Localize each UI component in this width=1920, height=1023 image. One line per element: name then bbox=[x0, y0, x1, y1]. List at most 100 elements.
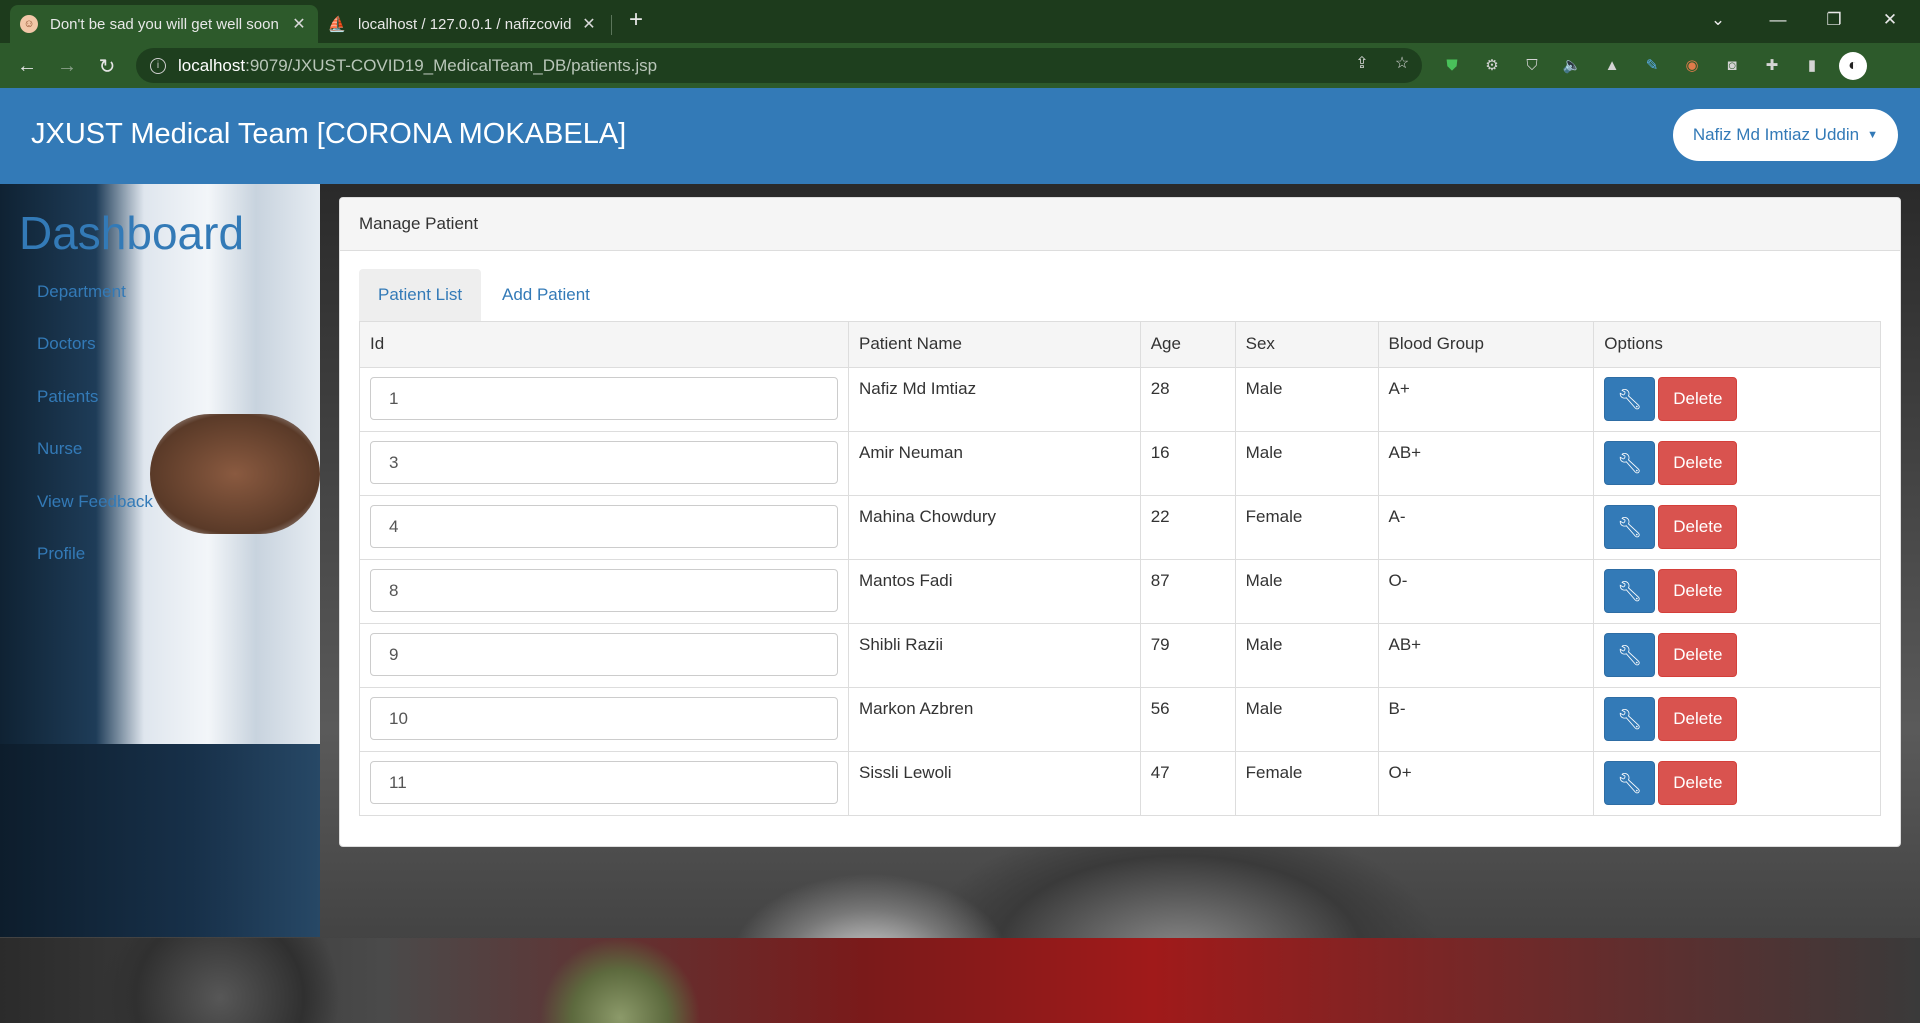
close-window-icon[interactable]: ✕ bbox=[1862, 0, 1918, 40]
edit-patient-button[interactable]: 🔧︎ bbox=[1604, 377, 1656, 421]
user-menu-button[interactable]: Nafiz Md Imtiaz Uddin ▼ bbox=[1672, 109, 1898, 161]
id-cell bbox=[359, 623, 849, 688]
patient-id-field[interactable] bbox=[370, 505, 838, 548]
edit-patient-button[interactable]: 🔧︎ bbox=[1604, 633, 1656, 677]
delete-patient-button[interactable]: Delete bbox=[1658, 441, 1738, 485]
sidebar-link-view-feedback[interactable]: View Feedback bbox=[37, 492, 153, 512]
patient-id-field[interactable] bbox=[370, 697, 838, 740]
wrench-icon: 🔧︎ bbox=[1617, 708, 1643, 731]
bookmark-star-icon[interactable]: ☆ bbox=[1390, 51, 1414, 75]
table-row: Markon Azbren56MaleB- 🔧︎ Delete bbox=[359, 687, 1881, 752]
column-header-patient-name: Patient Name bbox=[848, 321, 1141, 368]
edit-patient-button[interactable]: 🔧︎ bbox=[1604, 441, 1656, 485]
forward-icon[interactable]: → bbox=[52, 51, 82, 81]
delete-patient-button[interactable]: Delete bbox=[1658, 569, 1738, 613]
wrench-icon: 🔧︎ bbox=[1617, 452, 1643, 475]
extensions-puzzle-icon[interactable]: ✚ bbox=[1760, 53, 1784, 77]
patient-id-field[interactable] bbox=[370, 441, 838, 484]
delete-patient-button[interactable]: Delete bbox=[1658, 377, 1738, 421]
edit-patient-button[interactable]: 🔧︎ bbox=[1604, 569, 1656, 613]
drive-extension-icon[interactable]: ▲ bbox=[1600, 53, 1624, 77]
id-cell bbox=[359, 687, 849, 752]
camera-extension-icon[interactable]: ◙ bbox=[1720, 53, 1744, 77]
browser-tab-active[interactable]: ☺ Don't be sad you will get well soon ✕ bbox=[10, 5, 318, 43]
patient-id-field[interactable] bbox=[370, 377, 838, 420]
options-cell: 🔧︎ Delete bbox=[1593, 623, 1881, 688]
phpmyadmin-favicon-icon: ⛵ bbox=[327, 16, 347, 33]
site-info-icon[interactable]: i bbox=[150, 57, 166, 74]
shield-extension-icon[interactable]: ⛊ bbox=[1440, 53, 1464, 77]
id-cell bbox=[359, 751, 849, 816]
patient-name-cell: Mahina Chowdury bbox=[848, 495, 1141, 560]
patient-sex-cell: Female bbox=[1234, 751, 1379, 816]
caret-down-icon: ▼ bbox=[1867, 129, 1878, 141]
tab-title: localhost / 127.0.0.1 / nafizcovid19 bbox=[358, 15, 572, 33]
patient-age-cell: 16 bbox=[1139, 431, 1236, 496]
sidebar-link-nurse[interactable]: Nurse bbox=[37, 439, 82, 459]
privacy-extension-icon[interactable]: ⛉ bbox=[1520, 53, 1544, 77]
options-cell: 🔧︎ Delete bbox=[1593, 367, 1881, 432]
minimize-icon[interactable]: — bbox=[1750, 0, 1806, 40]
sidebar-link-patients[interactable]: Patients bbox=[37, 387, 98, 407]
restore-icon[interactable]: ❐ bbox=[1806, 0, 1862, 40]
options-cell: 🔧︎ Delete bbox=[1593, 495, 1881, 560]
browser-tab-strip: ☺ Don't be sad you will get well soon ✕ … bbox=[0, 0, 1920, 43]
back-icon[interactable]: ← bbox=[12, 51, 42, 81]
close-tab-icon[interactable]: ✕ bbox=[290, 14, 308, 34]
wrench-icon: 🔧︎ bbox=[1617, 580, 1643, 603]
manage-patient-panel: Manage Patient Patient List Add Patient … bbox=[339, 197, 1901, 847]
patient-blood-group-cell: O- bbox=[1377, 559, 1595, 624]
background-virus-image bbox=[0, 938, 1920, 1023]
volume-extension-icon[interactable]: 🔈 bbox=[1560, 53, 1584, 77]
options-cell: 🔧︎ Delete bbox=[1593, 559, 1881, 624]
patient-id-field[interactable] bbox=[370, 633, 838, 676]
url-path: :9079/JXUST-COVID19_MedicalTeam_DB/patie… bbox=[245, 55, 658, 75]
delete-patient-button[interactable]: Delete bbox=[1658, 697, 1738, 741]
delete-patient-button[interactable]: Delete bbox=[1658, 633, 1738, 677]
wrench-icon: 🔧︎ bbox=[1617, 388, 1643, 411]
tab-patient-list[interactable]: Patient List bbox=[359, 269, 482, 321]
side-panel-icon[interactable]: ▮ bbox=[1800, 53, 1824, 77]
sidebar-link-profile[interactable]: Profile bbox=[37, 544, 85, 564]
tab-search-icon[interactable]: ⌄ bbox=[1690, 0, 1746, 40]
extension-icon[interactable]: ⚙ bbox=[1480, 53, 1504, 77]
profile-avatar-icon[interactable]: ◐ bbox=[1839, 52, 1867, 80]
share-icon[interactable]: ⇪ bbox=[1350, 51, 1374, 75]
web-page: JXUST Medical Team [CORONA MOKABELA] Naf… bbox=[0, 88, 1920, 1023]
delete-patient-button[interactable]: Delete bbox=[1658, 505, 1738, 549]
patient-age-cell: 87 bbox=[1139, 559, 1236, 624]
edit-patient-button[interactable]: 🔧︎ bbox=[1604, 697, 1656, 741]
patient-id-field[interactable] bbox=[370, 761, 838, 804]
patient-sex-cell: Male bbox=[1234, 431, 1379, 496]
patient-sex-cell: Female bbox=[1234, 495, 1379, 560]
patient-sex-cell: Male bbox=[1234, 687, 1379, 752]
browser-tab-inactive[interactable]: ⛵ localhost / 127.0.0.1 / nafizcovid19 ✕ bbox=[318, 5, 608, 43]
delete-patient-button[interactable]: Delete bbox=[1658, 761, 1738, 805]
patient-name-cell: Amir Neuman bbox=[848, 431, 1141, 496]
patient-blood-group-cell: A- bbox=[1377, 495, 1595, 560]
close-tab-icon[interactable]: ✕ bbox=[580, 14, 598, 34]
table-row: Mahina Chowdury22FemaleA- 🔧︎ Delete bbox=[359, 495, 1881, 560]
patient-table: Id Patient Name Age Sex Blood Group Opti… bbox=[359, 321, 1881, 816]
highlighter-extension-icon[interactable]: ✎ bbox=[1640, 53, 1664, 77]
column-header-id: Id bbox=[359, 321, 849, 368]
site-brand[interactable]: JXUST Medical Team [CORONA MOKABELA] bbox=[31, 118, 626, 151]
sidebar-link-doctors[interactable]: Doctors bbox=[37, 334, 96, 354]
patient-age-cell: 47 bbox=[1139, 751, 1236, 816]
url-host: localhost bbox=[178, 55, 246, 75]
user-name: Nafiz Md Imtiaz Uddin bbox=[1692, 125, 1860, 144]
cookie-extension-icon[interactable]: ◉ bbox=[1680, 53, 1704, 77]
edit-patient-button[interactable]: 🔧︎ bbox=[1604, 761, 1656, 805]
patient-sex-cell: Male bbox=[1234, 559, 1379, 624]
id-cell bbox=[359, 495, 849, 560]
options-cell: 🔧︎ Delete bbox=[1593, 751, 1881, 816]
patient-blood-group-cell: B- bbox=[1377, 687, 1595, 752]
patient-id-field[interactable] bbox=[370, 569, 838, 612]
reload-icon[interactable]: ↻ bbox=[92, 51, 122, 81]
new-tab-icon[interactable]: + bbox=[622, 6, 650, 34]
edit-patient-button[interactable]: 🔧︎ bbox=[1604, 505, 1656, 549]
sidebar-link-department[interactable]: Department bbox=[37, 282, 126, 302]
address-bar[interactable]: i localhost:9079/JXUST-COVID19_MedicalTe… bbox=[136, 48, 1422, 83]
tab-add-patient[interactable]: Add Patient bbox=[483, 269, 609, 321]
sidebar-background-shade bbox=[0, 744, 320, 937]
